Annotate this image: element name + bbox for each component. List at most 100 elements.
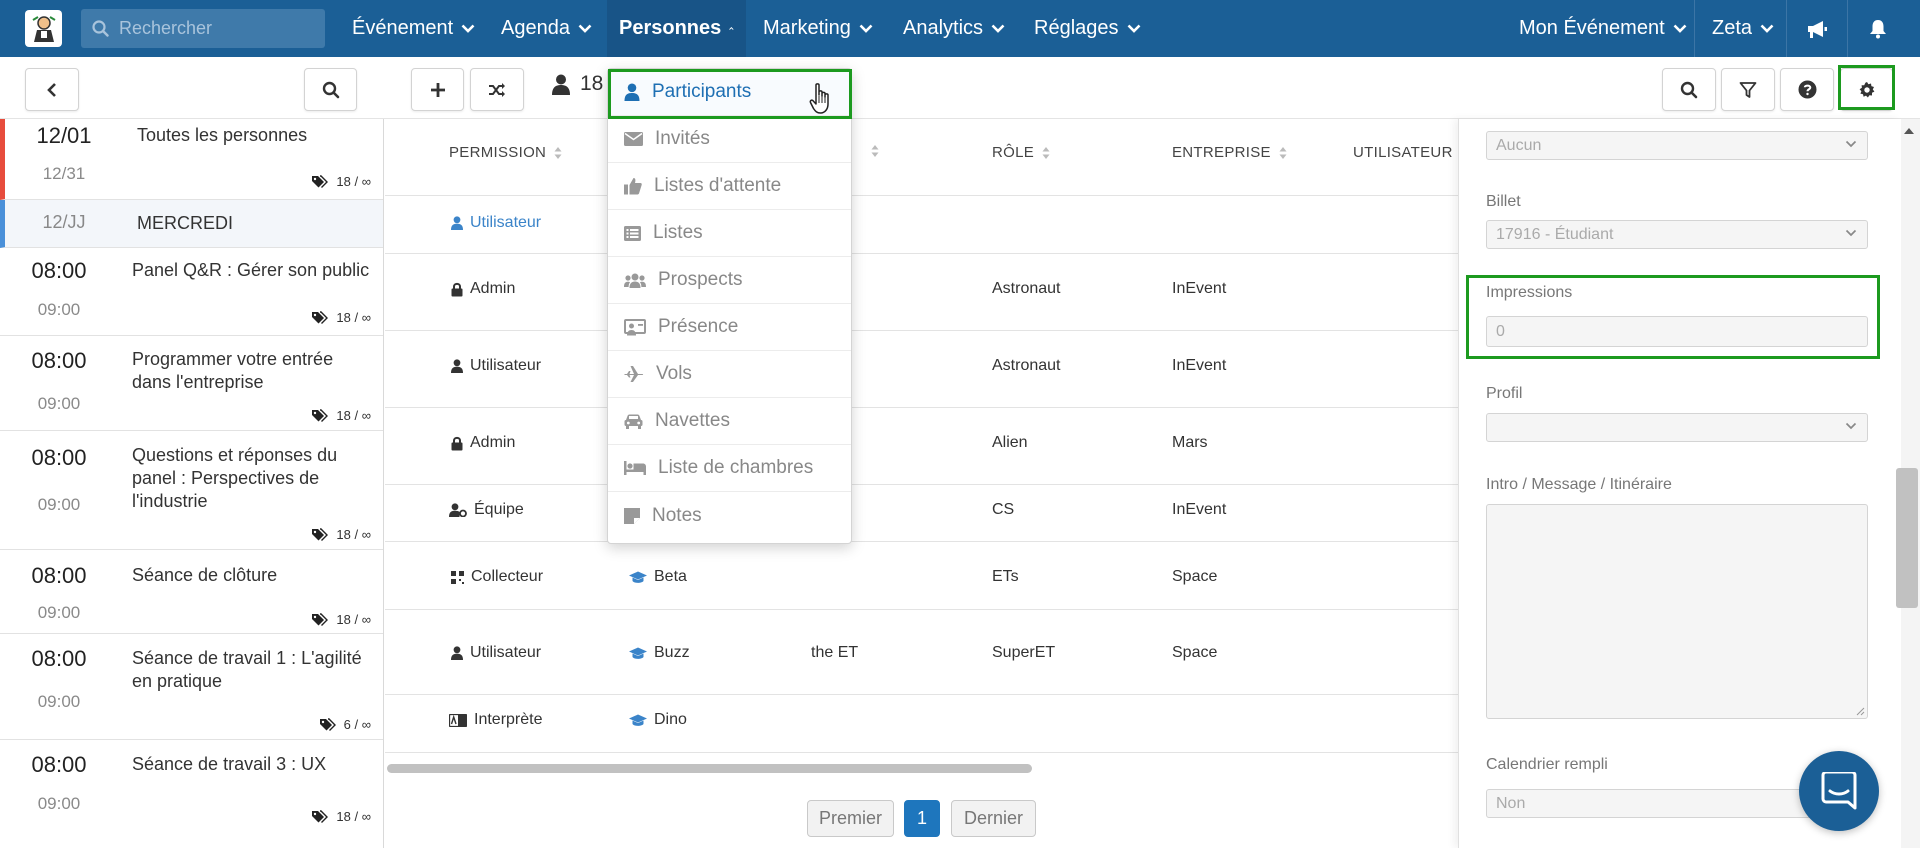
panel-scrollbar-thumb[interactable] [1896,468,1918,608]
top-select-field[interactable]: Aucun [1486,131,1868,160]
user-menu[interactable]: Zeta [1700,0,1786,57]
notifications-button[interactable] [1853,0,1903,57]
table-row-divider [385,330,1458,331]
permission-label: Équipe [474,501,524,518]
pager-page-1[interactable]: 1 [904,800,940,837]
permission-cell: Utilisateur [451,357,541,375]
pager-last-button[interactable]: Dernier [951,800,1036,837]
nav-reglages[interactable]: Réglages [1022,0,1153,57]
role-cell: Alien [992,434,1028,451]
filter-button[interactable] [1721,68,1775,111]
pager-first-label: Premier [818,808,882,828]
menu-item-notes[interactable]: Notes [608,492,851,539]
menu-item-label: Listes [653,222,703,243]
profile-select[interactable] [1486,413,1868,442]
session-end-time: 09:00 [37,794,81,813]
support-chat-button[interactable] [1799,751,1879,831]
intro-message-textarea[interactable] [1486,504,1868,719]
pager-first-button[interactable]: Premier [807,800,894,837]
menu-item-label: Notes [652,504,702,526]
lock-icon [451,282,463,296]
company-cell: Space [1172,644,1218,661]
settings-button-highlight [1838,65,1895,110]
table-search-button[interactable] [1662,68,1716,111]
menu-item-shuttles[interactable]: Navettes [608,398,851,445]
role-cell: SuperET [992,644,1056,661]
help-button[interactable] [1780,68,1834,111]
chevron-down-icon [1845,140,1857,148]
menu-item-rooming-list[interactable]: Liste de chambres [608,445,851,492]
search-input[interactable] [119,18,319,39]
sidebar-session-item[interactable]: 08:00 09:00 Programmer votre entrée dans… [0,336,383,431]
session-capacity: 18 / ∞ [311,809,371,824]
menu-item-invites[interactable]: Invités [608,116,851,163]
session-title: Séance de clôture [132,565,278,585]
user-icon [451,359,463,373]
menu-item-presence[interactable]: Présence [608,304,851,351]
session-capacity-label: 18 / ∞ [336,527,371,542]
menu-item-lists[interactable]: Listes [608,210,851,257]
name-cell: the ET [811,644,859,661]
chevron-up-icon [729,27,734,30]
sidebar-session-item[interactable]: 08:00 09:00 Panel Q&R : Gérer son public… [0,248,383,336]
column-header-company[interactable]: ENTREPRISE [1172,144,1287,161]
sort-icon [1279,146,1287,159]
table-row-divider [385,484,1458,485]
tags-icon [312,311,329,324]
sidebar-session-item[interactable]: 08:00 09:00 Séance de clôture 18 / ∞ [0,550,383,634]
group-cell: Dino [629,711,687,729]
filter-icon [1739,81,1757,98]
session-capacity-label: 18 / ∞ [336,809,371,824]
menu-item-waitlists[interactable]: Listes d'attente [608,163,851,210]
nav-agenda[interactable]: Agenda [489,0,604,57]
event-selector[interactable]: Mon Événement [1507,0,1699,57]
session-capacity-label: 6 / ∞ [343,717,371,732]
sidebar-session-item[interactable]: 08:00 09:00 Séance de travail 3 : UX 18 … [0,740,383,848]
user-icon [451,216,463,230]
back-button[interactable] [25,68,79,111]
column-header-user[interactable]: UTILISATEUR [1353,144,1453,161]
sidebar-session-item[interactable]: 08:00 09:00 Questions et réponses du pan… [0,431,383,550]
session-capacity: 18 / ∞ [311,408,371,423]
ticket-select[interactable]: 17916 - Étudiant [1486,220,1868,249]
menu-item-prospects[interactable]: Prospects [608,257,851,304]
sort-icon [1042,146,1050,159]
session-end-time: 09:00 [37,394,81,413]
column-header-permission[interactable]: PERMISSION [449,144,562,161]
calendar-filled-value: Non [1496,794,1526,812]
role-cell: Astronaut [992,280,1061,297]
column-header-role[interactable]: RÔLE [992,144,1050,161]
company-cell: Mars [1172,434,1208,451]
nav-divider [1694,0,1695,57]
group-label: Buzz [654,644,690,661]
permission-label: Admin [470,280,516,297]
scroll-up-arrow-icon[interactable] [1903,127,1915,135]
add-button[interactable] [411,68,464,111]
nav-evenement[interactable]: Événement [340,0,487,57]
sidebar-item-all-people[interactable]: 12/01 12/31 Toutes les personnes 18 / ∞ [0,119,383,200]
global-search[interactable] [81,9,325,48]
app-logo[interactable] [25,10,62,47]
nav-personnes[interactable]: Personnes [607,0,746,57]
session-capacity-label: 18 / ∞ [336,174,371,189]
session-start-time: 08:00 [31,445,87,470]
horizontal-scrollbar[interactable] [387,764,1032,773]
company-cell: InEvent [1172,280,1227,297]
chevron-down-icon [1673,24,1687,33]
top-select-value: Aucun [1496,136,1542,154]
shuffle-button[interactable] [470,68,524,111]
sidebar-search-button[interactable] [304,68,357,111]
nav-analytics[interactable]: Analytics [891,0,1017,57]
permission-label: Utilisateur [470,644,542,661]
role-cell: ETs [992,568,1019,585]
column-header-label: PERMISSION [449,144,547,161]
permission-label: Admin [470,434,516,451]
sidebar-session-item[interactable]: 08:00 09:00 Séance de travail 1 : L'agil… [0,634,383,740]
table-row-divider [385,407,1458,408]
announcements-button[interactable] [1793,0,1841,57]
user-menu-label: Zeta [1712,17,1753,39]
menu-item-flights[interactable]: Vols [608,351,851,398]
chevron-down-icon [578,24,592,33]
column-header-hidden[interactable] [863,144,879,158]
nav-marketing[interactable]: Marketing [751,0,885,57]
